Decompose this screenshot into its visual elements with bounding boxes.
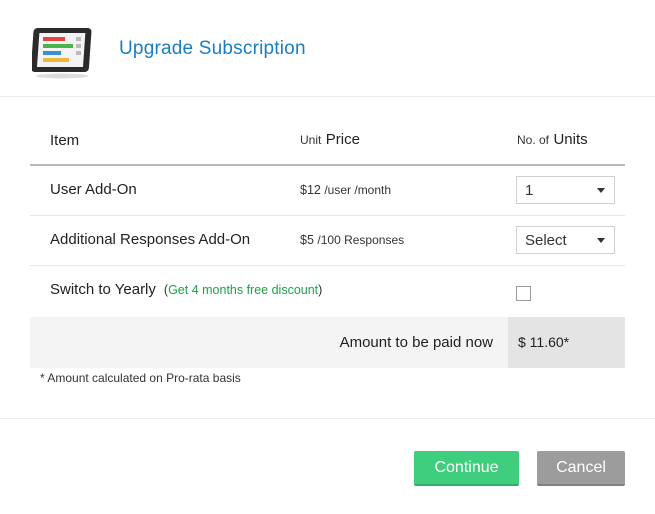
row-price-amount: $12 (300, 183, 321, 197)
switch-yearly-checkbox[interactable] (516, 286, 531, 301)
row-price: $5 /100 Responses (300, 233, 404, 247)
row-label: Additional Responses Add-On (50, 231, 251, 248)
switch-yearly-label: Switch to Yearly (50, 281, 156, 298)
user-addon-units-select[interactable]: 1 (516, 176, 615, 204)
column-header-units-label: Units (553, 131, 588, 148)
amount-value: $ 11.60* (518, 334, 570, 350)
row-price-suffix: /user /month (324, 183, 392, 197)
column-header-price-unit: Unit (300, 133, 322, 147)
footer-divider (0, 418, 655, 419)
column-header-item: Item (50, 132, 80, 149)
chevron-down-icon (597, 188, 605, 193)
column-header-price: Unit Price (300, 131, 360, 149)
column-header-units: No. of Units (517, 131, 588, 149)
discount-note-text: Get 4 months free discount (168, 283, 319, 297)
continue-button[interactable]: Continue (414, 451, 519, 486)
discount-note: (Get 4 months free discount) (164, 283, 322, 297)
table-header: Item Unit Price No. of Units (30, 118, 625, 166)
tablet-checklist-icon (32, 28, 92, 79)
amount-value-cell: $ 11.60* (508, 317, 625, 368)
chevron-down-icon (597, 238, 605, 243)
column-header-units-prefix: No. of (517, 133, 550, 147)
table-row-user-addon: User Add-On $12 /user /month 1 (30, 166, 625, 216)
discount-note-close: ) (318, 283, 323, 297)
dialog-header: Upgrade Subscription (0, 0, 655, 97)
column-header-price-label: Price (325, 131, 360, 148)
table-row-responses-addon: Additional Responses Add-On $5 /100 Resp… (30, 216, 625, 266)
dialog-title: Upgrade Subscription (119, 38, 306, 59)
row-label: User Add-On (50, 181, 137, 198)
table-row-switch-yearly: Switch to Yearly (Get 4 months free disco… (30, 266, 625, 317)
select-value: 1 (525, 182, 534, 199)
row-price: $12 /user /month (300, 183, 391, 197)
row-label: Switch to Yearly (Get 4 months free disco… (50, 281, 322, 298)
amount-label: Amount to be paid now (339, 334, 493, 351)
select-value: Select (525, 232, 567, 249)
amount-row: Amount to be paid now $ 11.60* (30, 317, 625, 368)
cancel-button[interactable]: Cancel (537, 451, 625, 486)
row-price-suffix: /100 Responses (317, 233, 405, 247)
pro-rata-footnote: * Amount calculated on Pro-rata basis (40, 371, 241, 385)
row-price-amount: $5 (300, 233, 314, 247)
responses-addon-units-select[interactable]: Select (516, 226, 615, 254)
